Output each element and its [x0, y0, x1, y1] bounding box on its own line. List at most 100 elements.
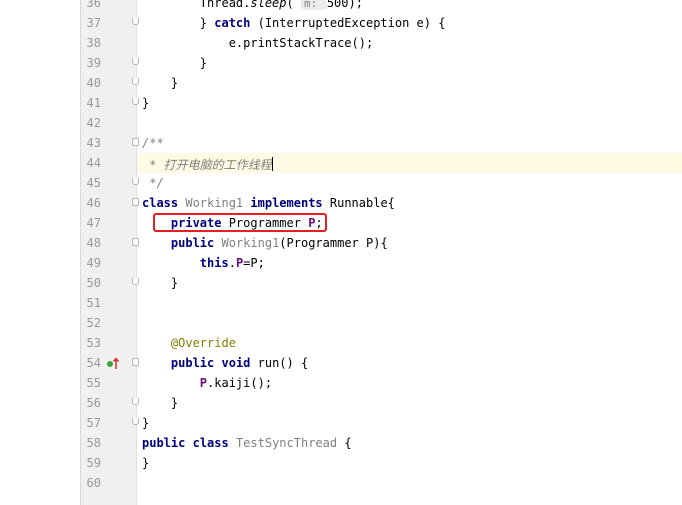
line-number: 47	[86, 216, 101, 230]
code-line[interactable]: 50 }	[81, 273, 682, 293]
code-token: }	[142, 416, 150, 430]
code-token: catch	[214, 16, 251, 30]
fold-marker-icon[interactable]	[132, 78, 139, 85]
line-number: 38	[86, 36, 101, 50]
code-token: }	[142, 76, 179, 90]
code-token: sleep	[250, 0, 287, 10]
line-number: 42	[86, 116, 101, 130]
override-method-icon[interactable]	[106, 356, 120, 370]
line-number: 39	[86, 56, 101, 70]
code-text: @Override	[142, 336, 236, 350]
code-line[interactable]: 38 e.printStackTrace();	[81, 33, 682, 53]
code-line[interactable]: 59}	[81, 453, 682, 473]
code-text: }	[142, 416, 149, 430]
code-line[interactable]: 55 P.kaiji();	[81, 373, 682, 393]
code-text: public Working1(Programmer P){	[142, 236, 388, 250]
line-number: 37	[86, 16, 101, 30]
fold-marker-icon[interactable]	[132, 178, 139, 185]
code-line[interactable]: 39 }	[81, 53, 682, 73]
code-line[interactable]: 48 public Working1(Programmer P){	[81, 233, 682, 253]
fold-marker-icon[interactable]	[132, 278, 139, 285]
code-line[interactable]: 46 class Working1 implements Runnable{	[81, 193, 682, 213]
line-number: 52	[86, 316, 101, 330]
code-token: (Programmer P){	[279, 236, 388, 250]
code-token: P	[199, 376, 208, 390]
code-token: }	[142, 456, 150, 470]
code-token: (	[286, 0, 301, 10]
line-number: 55	[86, 376, 101, 390]
code-token: e.printStackTrace();	[142, 36, 374, 50]
code-line[interactable]: 52	[81, 313, 682, 333]
code-line[interactable]: 58 public class TestSyncThread {	[81, 433, 682, 453]
fold-marker-icon[interactable]	[132, 398, 139, 405]
line-number: 57	[86, 416, 101, 430]
code-text: */	[142, 176, 164, 190]
code-line[interactable]: 36 Thread.sleep( m: 500);	[81, 0, 682, 13]
line-number: 56	[86, 396, 101, 410]
code-token: public	[142, 436, 186, 450]
code-token: }	[142, 396, 179, 410]
code-token: {	[337, 436, 352, 450]
fold-marker-icon[interactable]	[132, 418, 139, 425]
code-line[interactable]: 51	[81, 293, 682, 313]
code-token: class	[142, 196, 179, 210]
code-line[interactable]: 37 } catch (InterruptedException e) {	[81, 13, 682, 33]
line-number: 43	[86, 136, 101, 150]
code-token: .	[228, 256, 236, 270]
fold-marker-icon[interactable]	[132, 18, 139, 25]
code-token: this	[199, 256, 229, 270]
code-line[interactable]: 53 @Override	[81, 333, 682, 353]
code-line[interactable]: 42	[81, 113, 682, 133]
code-token: */	[142, 176, 164, 190]
code-line[interactable]: 57}	[81, 413, 682, 433]
fold-marker-icon[interactable]	[132, 58, 139, 65]
left-panel-strip	[0, 0, 80, 505]
code-text: }	[142, 76, 178, 90]
code-token: public	[170, 236, 215, 250]
code-text: }	[142, 456, 149, 470]
code-token: 500);	[326, 0, 363, 10]
code-line[interactable]: 54 public void run() {	[81, 353, 682, 373]
line-number: 60	[86, 476, 101, 490]
code-line[interactable]: 60	[81, 473, 682, 493]
highlight-annotation-box	[153, 213, 327, 232]
code-text: }	[142, 396, 178, 410]
code-line[interactable]: 56 }	[81, 393, 682, 413]
code-line[interactable]: 44 * 打开电脑的工作线程	[81, 153, 682, 173]
code-line[interactable]: 45 */	[81, 173, 682, 193]
code-text: /**	[142, 136, 164, 150]
line-number: 40	[86, 76, 101, 90]
code-line[interactable]: 40 }	[81, 73, 682, 93]
code-text: }	[142, 276, 178, 290]
line-number: 36	[86, 0, 101, 10]
code-line[interactable]: 43 /**	[81, 133, 682, 153]
code-line[interactable]: 49 this.P=P;	[81, 253, 682, 273]
fold-marker-icon[interactable]	[132, 138, 139, 146]
code-token: (InterruptedException e) {	[250, 16, 446, 30]
code-text: e.printStackTrace();	[142, 36, 374, 50]
code-token: class	[192, 436, 229, 450]
code-token: run() {	[250, 356, 309, 370]
line-number: 58	[86, 436, 101, 450]
line-number: 41	[86, 96, 101, 110]
code-text: } catch (InterruptedException e) {	[142, 16, 446, 30]
code-token: =P;	[243, 256, 265, 270]
fold-marker-icon[interactable]	[132, 358, 139, 366]
code-token: .kaiji();	[207, 376, 273, 390]
fold-marker-icon[interactable]	[132, 238, 139, 246]
code-token: Runnable{	[322, 196, 395, 210]
line-number: 46	[86, 196, 101, 210]
fold-marker-icon[interactable]	[132, 198, 139, 206]
code-token: implements	[250, 196, 323, 210]
code-line[interactable]: 41}	[81, 93, 682, 113]
code-token: public	[170, 356, 215, 370]
fold-marker-icon[interactable]	[132, 98, 139, 105]
code-token: }	[142, 276, 179, 290]
